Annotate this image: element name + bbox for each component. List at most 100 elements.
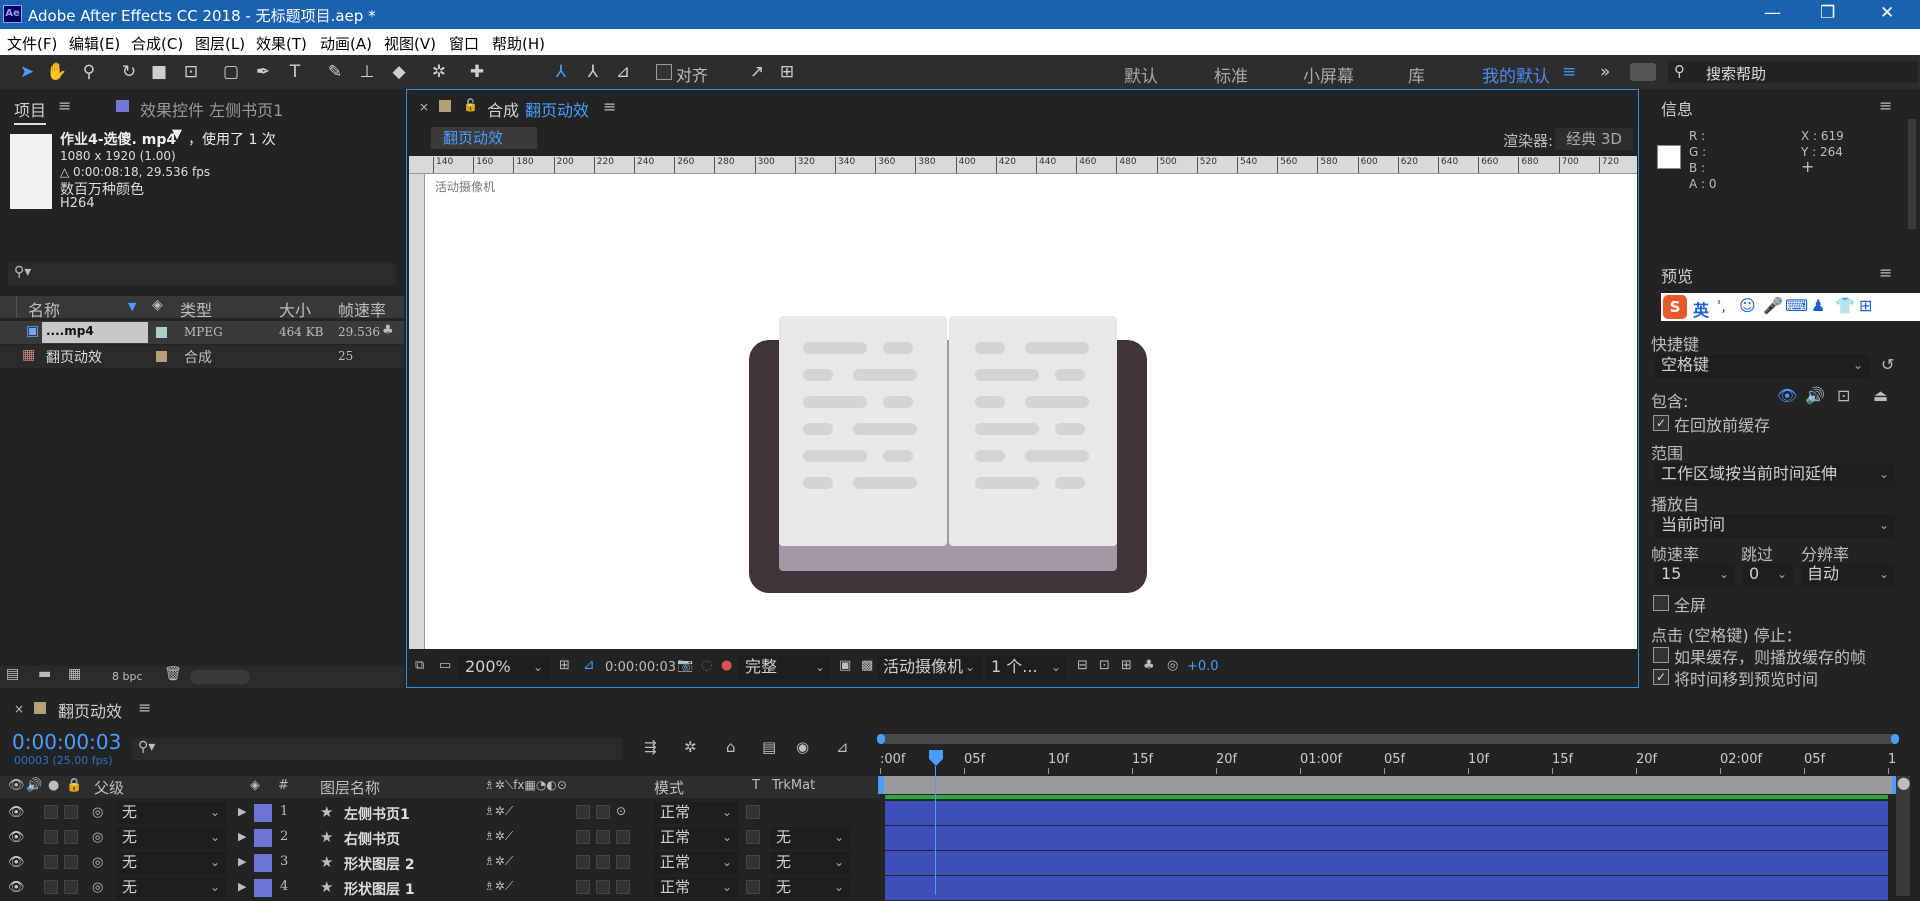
expand-arrow-icon[interactable]: ▶ bbox=[238, 805, 246, 818]
eraser-tool-icon[interactable]: ◆ bbox=[388, 61, 410, 83]
pan-behind-tool-icon[interactable]: ⊡ bbox=[180, 61, 202, 83]
work-area-bar[interactable] bbox=[878, 776, 1898, 794]
project-menu-icon[interactable]: ≡ bbox=[58, 96, 71, 115]
label-tag-icon[interactable]: ◈ bbox=[152, 297, 163, 313]
comp-tab-name[interactable]: 翻页动效 bbox=[525, 97, 589, 121]
column-number[interactable]: # bbox=[278, 778, 289, 793]
cache-before-checkbox[interactable]: ✓ bbox=[1653, 415, 1669, 431]
blend-mode-select[interactable]: 正常 ⌄ bbox=[654, 852, 738, 874]
solo-toggle[interactable] bbox=[44, 880, 58, 894]
skin-icon[interactable]: 👕 bbox=[1835, 296, 1855, 315]
minimize-button[interactable]: — bbox=[1764, 3, 1781, 23]
layer-name[interactable]: 左侧书页1 bbox=[344, 804, 410, 824]
blend-mode-select[interactable]: 正常 ⌄ bbox=[654, 877, 738, 899]
label-color[interactable] bbox=[156, 327, 167, 338]
region-of-interest-icon[interactable]: ▣ bbox=[839, 658, 851, 673]
reset-icon[interactable]: ↺ bbox=[1881, 355, 1894, 374]
footage-dropdown-icon[interactable]: ▼ bbox=[172, 127, 182, 142]
layer-switch-box[interactable] bbox=[576, 830, 590, 844]
user-icon[interactable]: ♟ bbox=[1811, 296, 1825, 315]
solo-icon[interactable]: ● bbox=[48, 778, 59, 793]
camera-select[interactable]: 活动摄像机 ⌄ bbox=[877, 656, 981, 680]
parent-select[interactable]: 无 ⌄ bbox=[116, 877, 226, 899]
workspace-default[interactable]: 默认 bbox=[1124, 62, 1158, 87]
project-item-row[interactable]: ▦ 翻页动效 合成 25 bbox=[0, 345, 404, 368]
column-t[interactable]: T bbox=[752, 778, 760, 793]
preview-menu-icon[interactable]: ≡ bbox=[1879, 263, 1892, 282]
blend-mode-select[interactable]: 正常 ⌄ bbox=[654, 802, 738, 824]
menu-view[interactable]: 视图(V) bbox=[384, 33, 436, 54]
layer-row[interactable]: 👁 ◎ 无 ⌄ ▶ 1 ★ 左侧书页1 ♗✲⟋ ⊙ 正常 ⌄ bbox=[0, 801, 880, 826]
range-select[interactable]: 工作区域按当前时间延伸 ⌄ bbox=[1655, 463, 1895, 487]
audio-icon[interactable]: 🔊 bbox=[1805, 386, 1825, 405]
sogou-icon[interactable]: S bbox=[1663, 295, 1687, 319]
time-navigator[interactable] bbox=[877, 734, 1899, 744]
keyboard-icon[interactable]: ⌨ bbox=[1785, 296, 1808, 315]
zoom-select[interactable]: 200% ⌄ bbox=[459, 656, 549, 680]
expand-arrow-icon[interactable]: ▶ bbox=[238, 830, 246, 843]
fullscreen-checkbox[interactable] bbox=[1653, 595, 1669, 611]
parent-select[interactable]: 无 ⌄ bbox=[116, 827, 226, 849]
if-cached-checkbox[interactable] bbox=[1653, 647, 1669, 663]
trkmat-select[interactable]: 无 ⌄ bbox=[770, 827, 850, 849]
local-axis-icon[interactable]: ⅄ bbox=[550, 61, 572, 83]
toolbox-icon[interactable]: ⊞ bbox=[1859, 296, 1872, 315]
fast-preview-icon[interactable]: ⊡ bbox=[1099, 658, 1110, 673]
move-time-checkbox[interactable]: ✓ bbox=[1653, 669, 1669, 685]
puppet-pin-icon[interactable]: ✚ bbox=[466, 61, 488, 83]
type-tool-icon[interactable]: T bbox=[284, 61, 306, 83]
eye-icon[interactable]: 👁 bbox=[8, 880, 25, 895]
timeline-tab[interactable]: 翻页动效 bbox=[58, 698, 122, 722]
channel-icon[interactable]: ● bbox=[721, 658, 732, 673]
expand-arrow-icon[interactable]: ▶ bbox=[238, 855, 246, 868]
blend-mode-select[interactable]: 正常 ⌄ bbox=[654, 827, 738, 849]
emoji-icon[interactable]: ☺ bbox=[1739, 296, 1756, 315]
renderer-button[interactable]: 经典 3D bbox=[1555, 128, 1633, 150]
label-color[interactable] bbox=[156, 351, 167, 362]
delete-icon[interactable]: 🗑 bbox=[164, 666, 182, 682]
punctuation-icon[interactable]: '‚ bbox=[1717, 297, 1726, 315]
pickwhip-icon[interactable]: ◎ bbox=[92, 880, 103, 895]
layer-switch-box[interactable] bbox=[596, 880, 610, 894]
new-folder-icon[interactable]: ▬ bbox=[38, 666, 51, 682]
layer-duration-bar[interactable] bbox=[885, 801, 1888, 825]
solo-toggle[interactable] bbox=[44, 805, 58, 819]
skip-select[interactable]: 0 ⌄ bbox=[1743, 563, 1793, 587]
comp-mini-flowchart-icon[interactable]: ⇶ bbox=[644, 738, 657, 756]
composition-viewer[interactable]: 活动摄像机 bbox=[425, 174, 1637, 649]
eye-icon[interactable]: 👁 bbox=[8, 855, 25, 870]
layer-label-color[interactable] bbox=[254, 854, 272, 872]
expand-arrow-icon[interactable]: ▶ bbox=[238, 880, 246, 893]
selection-tool-icon[interactable]: ➤ bbox=[16, 61, 38, 83]
zoom-tool-icon[interactable]: ⚲ bbox=[78, 61, 100, 83]
project-search-input[interactable]: ⚲▾ bbox=[8, 263, 396, 285]
solo-toggle[interactable] bbox=[44, 830, 58, 844]
layer-duration-bar[interactable] bbox=[885, 851, 1888, 875]
column-layer-name[interactable]: 图层名称 bbox=[320, 777, 380, 798]
framerate-select[interactable]: 15 ⌄ bbox=[1655, 563, 1735, 587]
3d-layer-toggle[interactable] bbox=[616, 830, 630, 844]
frame-blending-icon[interactable]: ▤ bbox=[762, 738, 776, 756]
layer-switch-box[interactable] bbox=[596, 805, 610, 819]
current-time-display[interactable]: 0:00:00:03 bbox=[605, 660, 676, 675]
comp-button-icon[interactable]: ⬤ bbox=[1897, 776, 1910, 790]
ime-lang[interactable]: 英 bbox=[1693, 297, 1709, 321]
external-monitor-icon[interactable]: ⏏ bbox=[1873, 386, 1888, 405]
transparency-grid-icon[interactable]: ▩ bbox=[861, 658, 873, 673]
draft-3d-icon[interactable]: ✲ bbox=[684, 738, 697, 756]
layer-switch-box[interactable] bbox=[576, 880, 590, 894]
layer-switches-icons[interactable]: ♗✲⟋ bbox=[484, 879, 513, 894]
layer-switch-box[interactable] bbox=[576, 855, 590, 869]
menu-window[interactable]: 窗口 bbox=[449, 33, 479, 54]
shy-layers-icon[interactable]: ⌂ bbox=[726, 738, 736, 756]
more-workspaces-button[interactable]: » bbox=[1600, 62, 1610, 82]
shortcut-select[interactable]: 空格键 ⌄ bbox=[1655, 354, 1869, 378]
menu-composition[interactable]: 合成(C) bbox=[131, 33, 183, 54]
tab-project[interactable]: 项目 bbox=[14, 97, 47, 125]
layer-duration-bar[interactable] bbox=[885, 826, 1888, 850]
info-menu-icon[interactable]: ≡ bbox=[1879, 96, 1892, 115]
lock-toggle[interactable] bbox=[64, 880, 78, 894]
workspace-small-screen[interactable]: 小屏幕 bbox=[1303, 62, 1354, 87]
motion-blur-icon[interactable]: ◉ bbox=[796, 738, 809, 756]
column-framerate[interactable]: 帧速率 bbox=[338, 297, 386, 321]
